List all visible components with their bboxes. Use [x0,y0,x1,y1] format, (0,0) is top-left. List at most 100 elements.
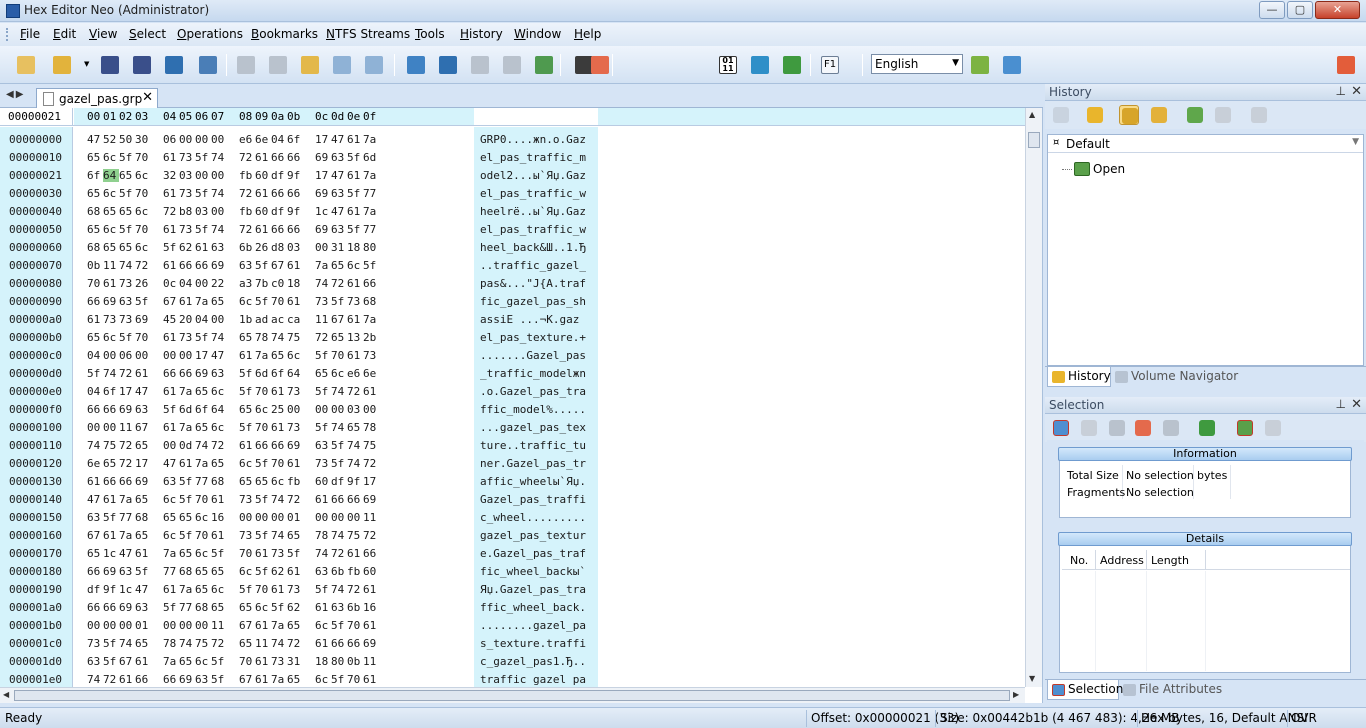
hex-byte[interactable]: 68 [363,295,379,308]
hex-byte[interactable]: df [87,583,103,596]
hex-byte[interactable]: 61 [135,367,151,380]
hex-byte[interactable]: 00 [103,421,119,434]
hex-byte[interactable]: 47 [163,457,179,470]
hex-byte[interactable]: 65 [239,601,255,614]
hex-byte[interactable]: 5f [239,367,255,380]
save-as-button[interactable] [130,53,154,77]
hex-byte[interactable]: 65 [239,403,255,416]
hex-byte[interactable]: 61 [347,205,363,218]
hex-byte[interactable]: 73 [87,637,103,650]
hex-byte[interactable]: 72 [363,457,379,470]
hex-byte[interactable]: fb [239,205,255,218]
hex-byte[interactable]: 5f [119,151,135,164]
ascii-text[interactable]: ffic_model%..... [480,403,586,416]
hex-byte[interactable]: 9f [103,583,119,596]
hex-byte[interactable]: 61 [163,151,179,164]
hex-byte[interactable]: 6f [195,403,211,416]
hex-byte[interactable]: 26 [255,241,271,254]
hex-byte[interactable]: 5f [135,565,151,578]
menu-view[interactable]: View [89,27,117,41]
hex-byte[interactable]: 6b [239,241,255,254]
hex-byte[interactable]: 72 [163,205,179,218]
ascii-text[interactable]: .o.Gazel_pas_tra [480,385,586,398]
hex-byte[interactable]: 5f [255,259,271,272]
hex-byte[interactable]: 61 [347,313,363,326]
hex-byte[interactable]: 70 [135,331,151,344]
hex-byte[interactable]: 65 [103,241,119,254]
hex-byte[interactable]: 69 [135,475,151,488]
hex-byte[interactable]: 65 [271,349,287,362]
ascii-text[interactable]: s_texture.traffi [480,637,586,650]
hex-byte[interactable]: 74 [211,223,227,236]
hex-byte[interactable]: 00 [315,403,331,416]
hex-byte[interactable]: 74 [331,529,347,542]
hex-byte[interactable]: 61 [195,241,211,254]
hex-byte[interactable]: 63 [239,259,255,272]
hex-byte[interactable]: 6c [163,529,179,542]
hex-byte[interactable]: 66 [331,493,347,506]
hex-byte[interactable]: 0c [163,277,179,290]
hex-byte[interactable]: df [271,205,287,218]
hex-byte[interactable]: 66 [287,187,303,200]
column-layout-button[interactable] [588,53,612,77]
hex-byte[interactable]: 65 [87,151,103,164]
hex-byte[interactable]: 77 [119,511,135,524]
hex-byte[interactable]: 61 [287,565,303,578]
hex-byte[interactable]: 47 [135,583,151,596]
hex-byte[interactable]: 74 [347,439,363,452]
hex-byte[interactable]: 73 [179,331,195,344]
hex-byte[interactable]: 80 [363,241,379,254]
minimize-button[interactable]: — [1259,1,1285,19]
save-selection-button[interactable] [1235,418,1255,438]
hex-byte[interactable]: 65 [195,385,211,398]
hex-byte[interactable]: 7a [179,583,195,596]
languages-button[interactable] [1000,53,1024,77]
hex-byte[interactable]: 00 [239,511,255,524]
hex-byte[interactable]: 72 [287,637,303,650]
hex-byte[interactable]: 77 [179,601,195,614]
close-tab-button[interactable]: ✕ [142,90,153,105]
hex-byte[interactable]: 61 [347,349,363,362]
hex-byte[interactable]: 65 [119,169,135,182]
hex-byte[interactable]: 74 [271,637,287,650]
hex-byte[interactable]: 73 [287,421,303,434]
hex-byte[interactable]: 5f [255,529,271,542]
ascii-text[interactable]: heel_back&Ш..1.Ђ [480,241,586,254]
hex-byte[interactable]: 03 [179,169,195,182]
hex-byte[interactable]: 70 [271,457,287,470]
menu-window[interactable]: Window [514,27,561,41]
paste-button[interactable] [362,53,386,77]
hex-byte[interactable]: 61 [179,295,195,308]
hex-byte[interactable]: 65 [315,367,331,380]
hex-byte[interactable]: 5f [239,385,255,398]
history-add-button[interactable] [1185,105,1205,125]
hex-byte[interactable]: 61 [363,583,379,596]
hex-byte[interactable]: 6c [103,331,119,344]
hex-byte[interactable]: 61 [255,547,271,560]
hex-byte[interactable]: 65 [179,547,195,560]
hex-byte[interactable]: 63 [119,565,135,578]
hex-byte[interactable]: 72 [239,187,255,200]
hex-byte[interactable]: 66 [87,295,103,308]
hex-byte[interactable]: 73 [239,493,255,506]
hex-byte[interactable]: 61 [103,529,119,542]
hex-byte[interactable]: b8 [179,205,195,218]
hex-byte[interactable]: 47 [87,493,103,506]
hex-byte[interactable]: 78 [363,421,379,434]
hex-byte[interactable]: 65 [179,511,195,524]
hex-byte[interactable]: 74 [103,367,119,380]
hex-byte[interactable]: 65 [135,637,151,650]
hex-byte[interactable]: 65 [239,331,255,344]
menu-ntfs-streams[interactable]: NTFS Streams [326,27,410,41]
hex-byte[interactable]: 6f [271,367,287,380]
hex-byte[interactable]: 72 [363,529,379,542]
hex-byte[interactable]: 70 [271,295,287,308]
hex-byte[interactable]: 69 [315,187,331,200]
hex-byte[interactable]: 73 [287,385,303,398]
hex-byte[interactable]: 75 [287,331,303,344]
hex-byte[interactable]: 68 [211,475,227,488]
hex-byte[interactable]: 0b [347,655,363,668]
hex-byte[interactable]: 72 [135,259,151,272]
hex-byte[interactable]: 0b [87,259,103,272]
hex-byte[interactable]: 5f [331,457,347,470]
